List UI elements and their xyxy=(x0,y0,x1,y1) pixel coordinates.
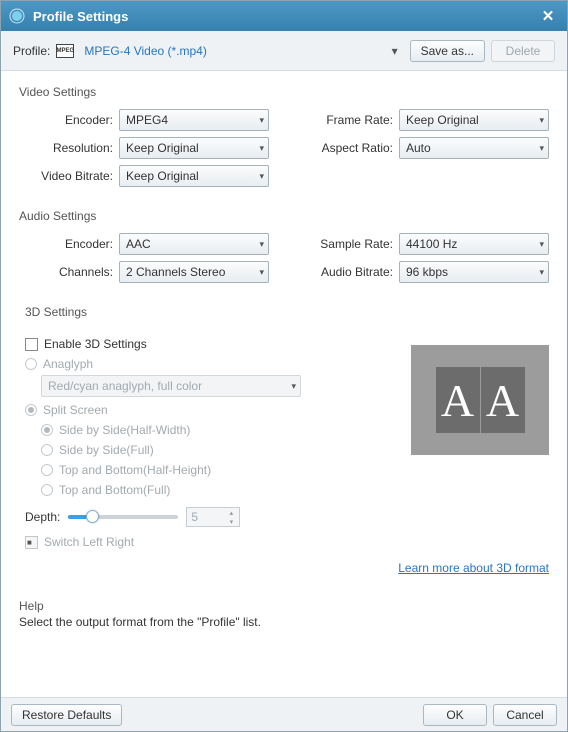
ok-button[interactable]: OK xyxy=(423,704,487,726)
enable-3d-checkbox[interactable] xyxy=(25,338,38,351)
app-icon xyxy=(9,8,25,24)
chevron-down-icon: ▾ xyxy=(539,143,544,154)
aspect-ratio-combo[interactable]: Auto▾ xyxy=(399,137,549,159)
audio-settings-group: Encoder: AAC▾ Channels: 2 Channels Stere… xyxy=(19,233,549,283)
tb-half-label: Top and Bottom(Half-Height) xyxy=(59,463,211,477)
audio-encoder-combo[interactable]: AAC▾ xyxy=(119,233,269,255)
delete-button: Delete xyxy=(491,40,555,62)
switch-lr-label: Switch Left Right xyxy=(44,535,134,549)
audio-bitrate-label: Audio Bitrate: xyxy=(299,265,399,279)
split-screen-label: Split Screen xyxy=(43,403,108,417)
depth-label: Depth: xyxy=(25,510,60,524)
help-text: Select the output format from the "Profi… xyxy=(19,615,549,629)
anaglyph-radio xyxy=(25,358,37,370)
tb-half-radio xyxy=(41,464,53,476)
3d-settings-title: 3D Settings xyxy=(19,305,549,319)
mpeg-format-icon: MPEG xyxy=(56,44,74,58)
frame-rate-label: Frame Rate: xyxy=(299,113,399,127)
chevron-down-icon: ▾ xyxy=(259,143,264,154)
chevron-down-icon: ▾ xyxy=(259,171,264,182)
cancel-button[interactable]: Cancel xyxy=(493,704,557,726)
chevron-down-icon: ▾ xyxy=(539,115,544,126)
depth-slider-thumb[interactable] xyxy=(86,510,99,523)
profile-row: Profile: MPEG MPEG-4 Video (*.mp4) ▾ Sav… xyxy=(1,31,567,71)
resolution-label: Resolution: xyxy=(19,141,119,155)
video-settings-group: Encoder: MPEG4▾ Resolution: Keep Origina… xyxy=(19,109,549,187)
profile-value: MPEG-4 Video (*.mp4) xyxy=(84,44,207,58)
anaglyph-label: Anaglyph xyxy=(43,357,93,371)
window-title: Profile Settings xyxy=(33,9,128,24)
chevron-down-icon: ▾ xyxy=(259,239,264,250)
chevron-down-icon: ▾ xyxy=(225,518,237,526)
tb-full-radio xyxy=(41,484,53,496)
anaglyph-type-combo: Red/cyan anaglyph, full color▾ xyxy=(41,375,301,397)
save-as-button[interactable]: Save as... xyxy=(410,40,485,62)
chevron-down-icon: ▾ xyxy=(539,267,544,278)
3d-preview-image: AA xyxy=(411,345,549,455)
video-settings-title: Video Settings xyxy=(19,85,549,99)
sample-rate-label: Sample Rate: xyxy=(299,237,399,251)
split-screen-radio xyxy=(25,404,37,416)
chevron-down-icon: ▾ xyxy=(291,381,296,392)
profile-settings-window: Profile Settings ✕ Profile: MPEG MPEG-4 … xyxy=(0,0,568,732)
audio-settings-title: Audio Settings xyxy=(19,209,549,223)
resolution-combo[interactable]: Keep Original▾ xyxy=(119,137,269,159)
video-encoder-label: Encoder: xyxy=(19,113,119,127)
close-icon[interactable]: ✕ xyxy=(537,5,559,27)
sbs-half-label: Side by Side(Half-Width) xyxy=(59,423,190,437)
enable-3d-label: Enable 3D Settings xyxy=(44,337,147,351)
tb-full-label: Top and Bottom(Full) xyxy=(59,483,170,497)
frame-rate-combo[interactable]: Keep Original▾ xyxy=(399,109,549,131)
channels-combo[interactable]: 2 Channels Stereo▾ xyxy=(119,261,269,283)
titlebar: Profile Settings ✕ xyxy=(1,1,567,31)
sbs-half-radio xyxy=(41,424,53,436)
restore-defaults-button[interactable]: Restore Defaults xyxy=(11,704,122,726)
sbs-full-radio xyxy=(41,444,53,456)
chevron-down-icon: ▾ xyxy=(392,44,398,58)
chevron-down-icon: ▾ xyxy=(539,239,544,250)
sample-rate-combo[interactable]: 44100 Hz▾ xyxy=(399,233,549,255)
audio-bitrate-combo[interactable]: 96 kbps▾ xyxy=(399,261,549,283)
footer: Restore Defaults OK Cancel xyxy=(1,697,567,731)
body: Video Settings Encoder: MPEG4▾ Resolutio… xyxy=(1,71,567,697)
help-group: Help Select the output format from the "… xyxy=(19,593,549,629)
depth-slider[interactable] xyxy=(68,515,178,519)
chevron-down-icon: ▾ xyxy=(259,267,264,278)
video-bitrate-label: Video Bitrate: xyxy=(19,169,119,183)
switch-lr-checkbox xyxy=(25,536,38,549)
depth-stepper: 5 ▴ ▾ xyxy=(186,507,240,527)
help-title: Help xyxy=(19,599,549,613)
video-bitrate-combo[interactable]: Keep Original▾ xyxy=(119,165,269,187)
video-encoder-combo[interactable]: MPEG4▾ xyxy=(119,109,269,131)
chevron-up-icon: ▴ xyxy=(225,509,237,517)
learn-more-3d-link[interactable]: Learn more about 3D format xyxy=(398,561,549,575)
aspect-ratio-label: Aspect Ratio: xyxy=(299,141,399,155)
3d-settings-group: Enable 3D Settings Anaglyph Red/cyan ana… xyxy=(19,335,549,551)
audio-encoder-label: Encoder: xyxy=(19,237,119,251)
chevron-down-icon: ▾ xyxy=(259,115,264,126)
channels-label: Channels: xyxy=(19,265,119,279)
profile-label: Profile: xyxy=(13,44,50,58)
profile-select[interactable]: MPEG-4 Video (*.mp4) ▾ xyxy=(80,40,403,62)
sbs-full-label: Side by Side(Full) xyxy=(59,443,154,457)
